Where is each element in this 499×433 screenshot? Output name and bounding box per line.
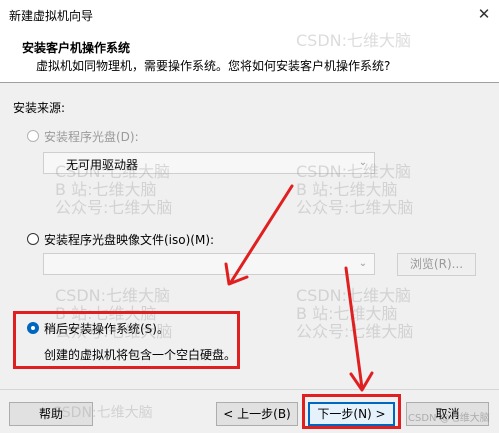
next-button[interactable]: 下一步(N) > — [308, 402, 395, 426]
disc-radio-label: 安装程序光盘(D): — [44, 130, 139, 144]
wizard-body: 安装来源: 安装程序光盘(D): 无可用驱动器 ⌄ 安装程序光盘映像文件(iso… — [0, 82, 499, 389]
browse-button[interactable]: 浏览(R)... — [397, 253, 476, 276]
iso-radio[interactable] — [27, 233, 39, 245]
iso-radio-label: 安装程序光盘映像文件(iso)(M): — [44, 233, 215, 247]
page-title: 安装客户机操作系统 — [22, 41, 131, 55]
page-subtitle: 虚拟机如同物理机，需要操作系统。您将如何安装客户机操作系统? — [36, 59, 391, 73]
iso-path-input[interactable]: ⌄ — [43, 253, 375, 275]
disc-drive-select[interactable]: 无可用驱动器 ⌄ — [43, 152, 375, 174]
disc-radio[interactable] — [27, 130, 39, 142]
close-icon[interactable]: ✕ — [473, 4, 495, 24]
install-later-label: 稍后安装操作系统(S)。 — [44, 322, 169, 336]
install-later-radio[interactable] — [27, 322, 39, 334]
install-later-description: 创建的虚拟机将包含一个空白硬盘。 — [44, 348, 237, 362]
cancel-button[interactable]: 取消 — [406, 402, 489, 426]
source-label: 安装来源: — [13, 101, 66, 115]
chevron-down-icon: ⌄ — [358, 258, 368, 269]
chevron-down-icon: ⌄ — [358, 157, 368, 168]
disc-drive-value: 无可用驱动器 — [66, 158, 139, 172]
help-button[interactable]: 帮助 — [9, 402, 93, 426]
back-button[interactable]: < 上一步(B) — [216, 402, 298, 426]
wizard-header: 安装客户机操作系统 虚拟机如同物理机，需要操作系统。您将如何安装客户机操作系统? — [0, 30, 499, 82]
wizard-footer: 帮助 < 上一步(B) 下一步(N) > 取消 — [0, 389, 499, 433]
title-bar: 新建虚拟机向导 ✕ — [0, 0, 499, 30]
window-title: 新建虚拟机向导 — [9, 9, 94, 23]
